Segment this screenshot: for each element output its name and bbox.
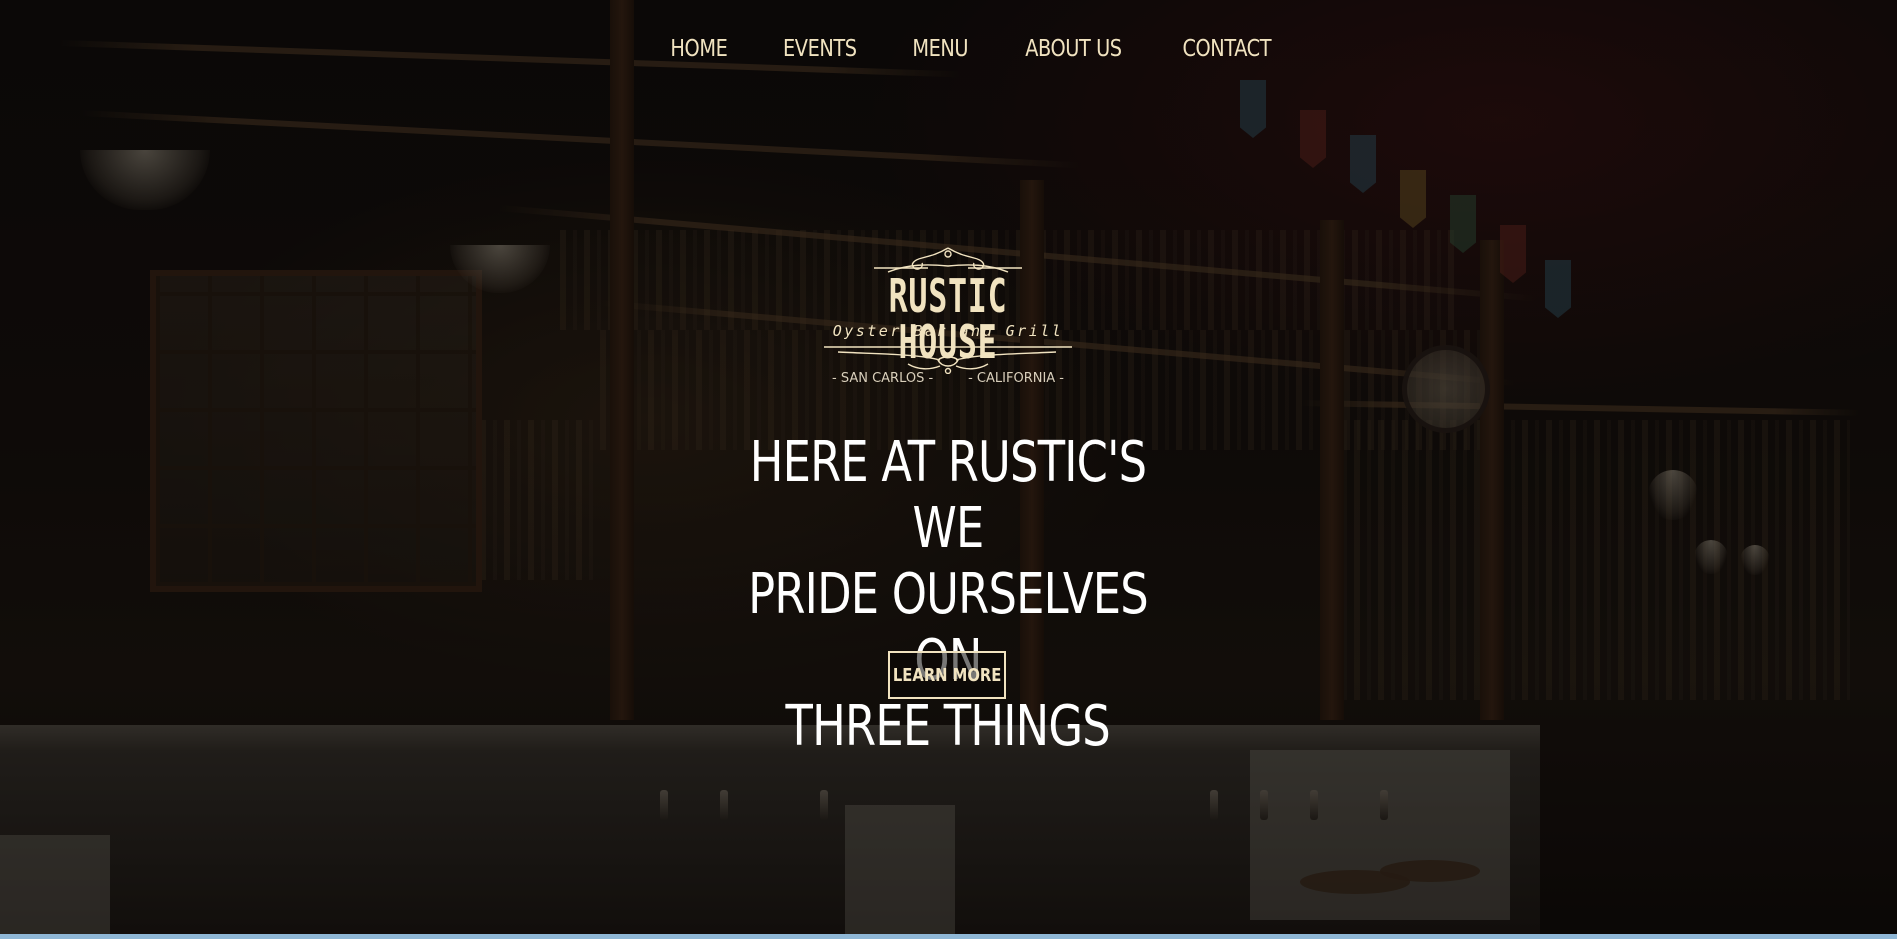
page: HOME EVENTS MENU ABOUT US CONTACT RUSTIC… bbox=[0, 0, 1897, 939]
hero-headline: HERE AT RUSTIC'S WE PRIDE OURSELVES ON T… bbox=[648, 430, 1248, 760]
nav-contact[interactable]: CONTACT bbox=[1183, 36, 1272, 62]
learn-more-button[interactable]: LEARN MORE bbox=[888, 651, 1006, 699]
logo-location: - SAN CARLOS - - CALIFORNIA - bbox=[818, 371, 1078, 386]
nav-menu[interactable]: MENU bbox=[912, 36, 968, 62]
nav-home[interactable]: HOME bbox=[671, 36, 728, 62]
learn-more-label: LEARN MORE bbox=[892, 664, 1002, 686]
site-logo[interactable]: RUSTIC HOUSE Oyster Bar and Grill - SAN … bbox=[818, 244, 1078, 394]
logo-name: RUSTIC HOUSE bbox=[888, 269, 1008, 370]
logo-city: - SAN CARLOS - bbox=[832, 371, 934, 386]
main-nav: HOME EVENTS MENU ABOUT US CONTACT bbox=[0, 36, 1897, 62]
nav-events[interactable]: EVENTS bbox=[783, 36, 857, 62]
logo-state: - CALIFORNIA - bbox=[968, 371, 1064, 386]
hero-headline-line-1: HERE AT RUSTIC'S WE bbox=[749, 430, 1147, 561]
nav-about-us[interactable]: ABOUT US bbox=[1025, 36, 1122, 62]
bottom-edge-strip bbox=[0, 934, 1897, 939]
logo-tagline: Oyster Bar and Grill bbox=[832, 322, 1064, 340]
hero-headline-line-3: THREE THINGS bbox=[785, 694, 1111, 759]
